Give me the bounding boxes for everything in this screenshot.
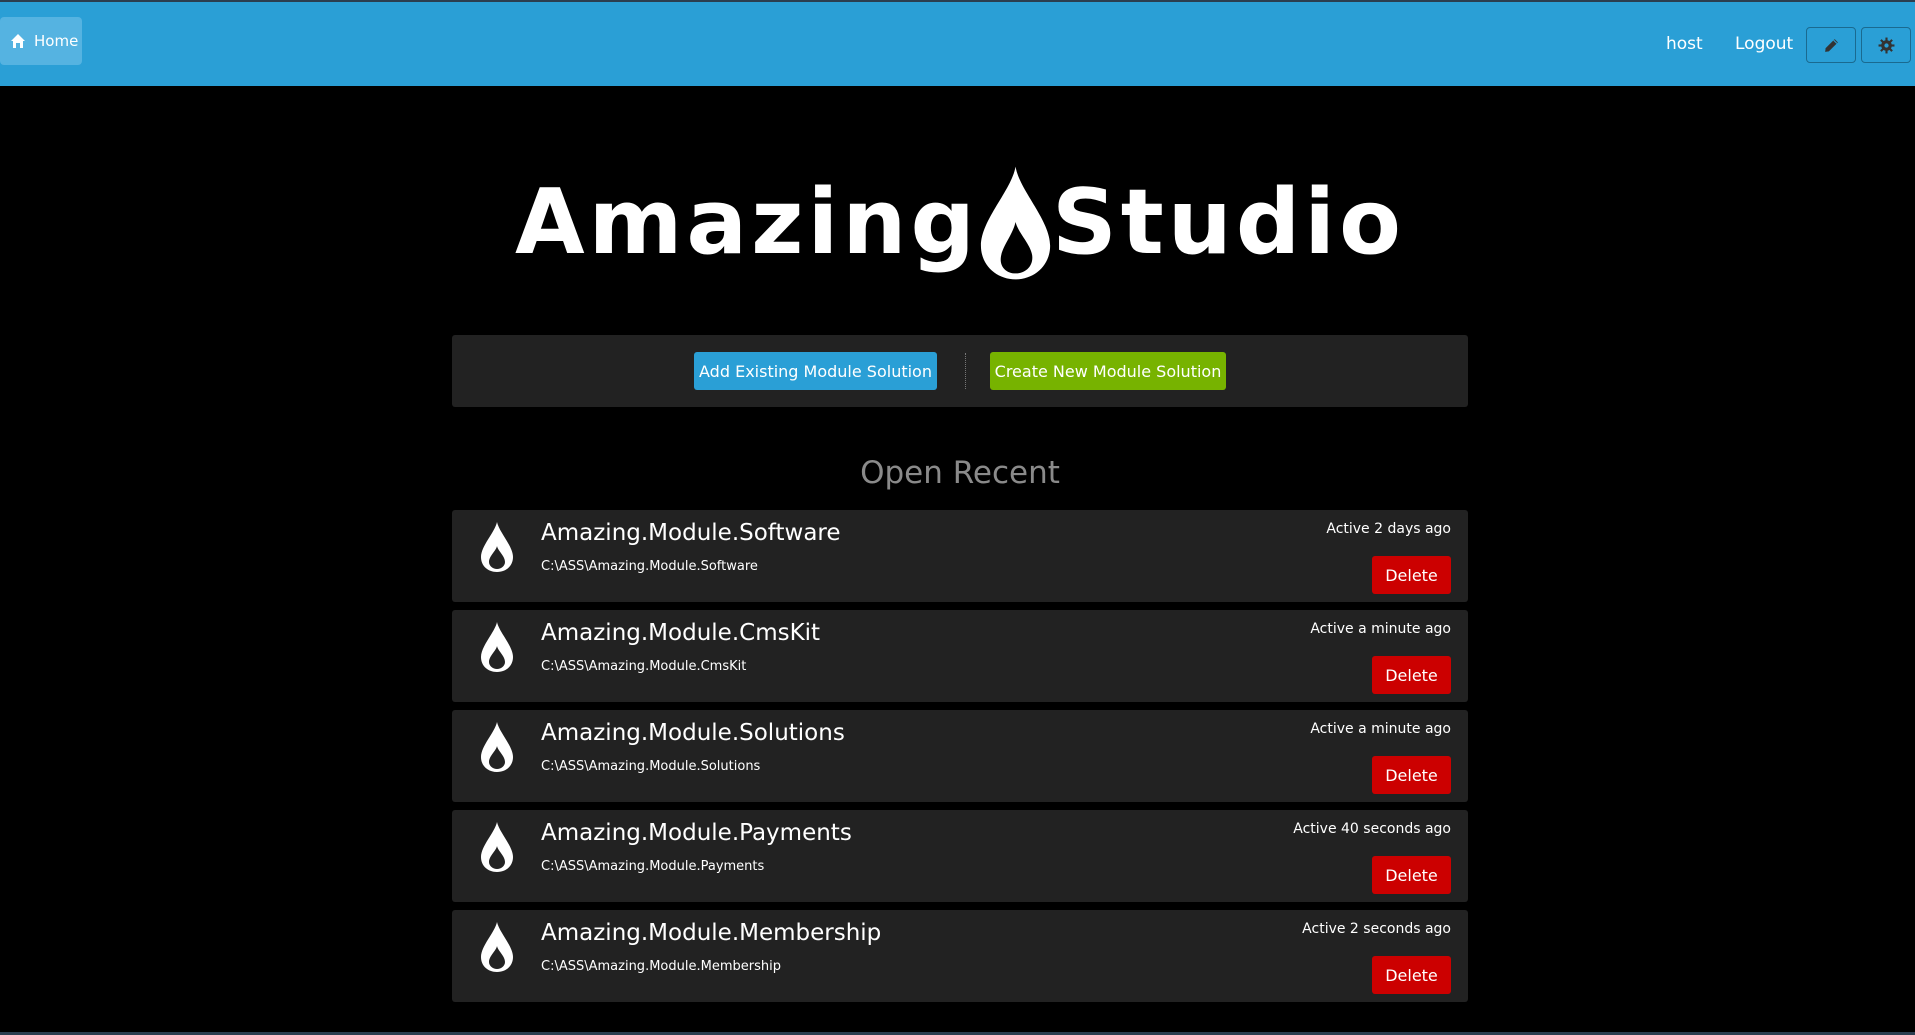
item-activity: Active 40 seconds ago — [1293, 821, 1451, 837]
item-path: C:\ASS\Amazing.Module.Payments — [541, 859, 765, 874]
recent-item[interactable]: Amazing.Module.Payments C:\ASS\Amazing.M… — [452, 810, 1468, 902]
pencil-icon — [1824, 38, 1838, 52]
delete-button[interactable]: Delete — [1372, 656, 1451, 694]
drop-icon — [481, 622, 513, 672]
delete-button[interactable]: Delete — [1372, 756, 1451, 794]
settings-button[interactable] — [1861, 27, 1911, 63]
item-name: Amazing.Module.CmsKit — [541, 620, 821, 646]
delete-button[interactable]: Delete — [1372, 856, 1451, 894]
home-label: Home — [34, 32, 79, 50]
item-name: Amazing.Module.Solutions — [541, 720, 845, 746]
recent-list: Amazing.Module.Software C:\ASS\Amazing.M… — [452, 510, 1468, 1010]
drop-logo-icon — [980, 166, 1051, 279]
item-activity: Active a minute ago — [1310, 621, 1451, 637]
logo-text-right: Studio — [1051, 169, 1405, 275]
drop-icon — [481, 722, 513, 772]
item-path: C:\ASS\Amazing.Module.Solutions — [541, 759, 761, 774]
item-activity: Active 2 days ago — [1326, 521, 1451, 537]
delete-button[interactable]: Delete — [1372, 556, 1451, 594]
item-activity: Active a minute ago — [1310, 721, 1451, 737]
home-icon — [11, 34, 25, 48]
item-path: C:\ASS\Amazing.Module.CmsKit — [541, 659, 747, 674]
item-name: Amazing.Module.Payments — [541, 820, 852, 846]
item-activity: Active 2 seconds ago — [1302, 921, 1451, 937]
action-panel: Add Existing Module Solution Create New … — [452, 335, 1468, 407]
delete-button[interactable]: Delete — [1372, 956, 1451, 994]
recent-item[interactable]: Amazing.Module.Software C:\ASS\Amazing.M… — [452, 510, 1468, 602]
drop-icon — [481, 822, 513, 872]
amazing-studio-logo: Amazing Studio — [515, 160, 1405, 285]
recent-item[interactable]: Amazing.Module.Solutions C:\ASS\Amazing.… — [452, 710, 1468, 802]
drop-icon — [481, 522, 513, 572]
create-new-module-button[interactable]: Create New Module Solution — [990, 352, 1226, 390]
item-name: Amazing.Module.Software — [541, 520, 841, 546]
add-existing-module-button[interactable]: Add Existing Module Solution — [694, 352, 937, 390]
item-path: C:\ASS\Amazing.Module.Membership — [541, 959, 781, 974]
edit-button[interactable] — [1806, 27, 1856, 63]
drop-icon — [481, 922, 513, 972]
recent-item[interactable]: Amazing.Module.CmsKit C:\ASS\Amazing.Mod… — [452, 610, 1468, 702]
open-recent-heading: Open Recent — [860, 455, 1060, 491]
gear-icon — [1878, 37, 1894, 53]
home-button[interactable]: Home — [0, 17, 82, 65]
recent-item[interactable]: Amazing.Module.Membership C:\ASS\Amazing… — [452, 910, 1468, 1002]
item-name: Amazing.Module.Membership — [541, 920, 882, 946]
user-link[interactable]: host — [1666, 34, 1703, 54]
divider — [965, 353, 966, 389]
logo-text-left: Amazing — [515, 169, 979, 275]
top-navbar: Home host Logout — [0, 0, 1915, 86]
item-path: C:\ASS\Amazing.Module.Software — [541, 559, 758, 574]
logout-link[interactable]: Logout — [1735, 34, 1793, 54]
